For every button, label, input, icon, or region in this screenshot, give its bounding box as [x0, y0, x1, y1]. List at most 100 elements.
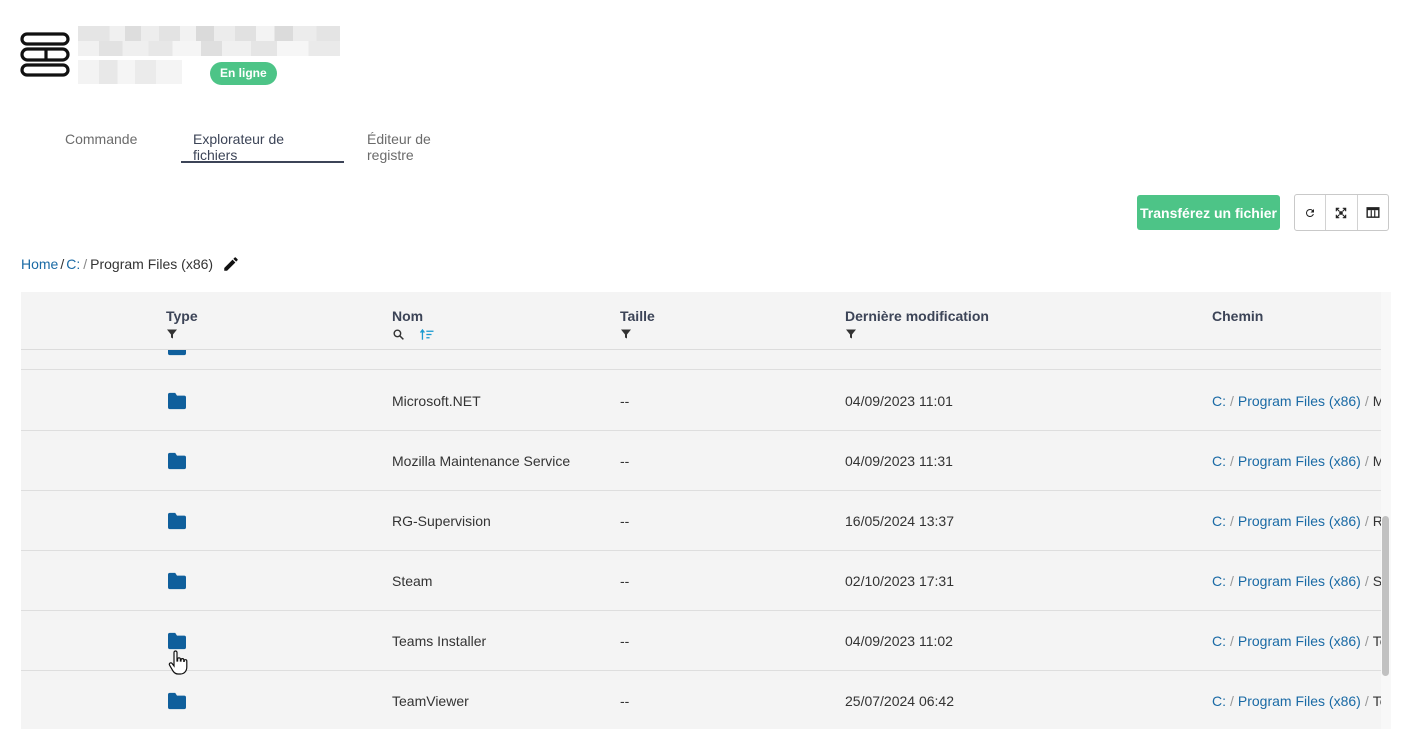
- column-label-size: Taille: [620, 308, 655, 324]
- breadcrumb-drive[interactable]: C:: [66, 256, 80, 272]
- path-tail: Mo: [1372, 453, 1381, 469]
- type-cell: [166, 491, 188, 551]
- path-tail: Te: [1372, 633, 1381, 649]
- name-cell[interactable]: TeamViewer: [392, 671, 469, 729]
- fit-screen-button[interactable]: [1326, 195, 1358, 230]
- type-cell: [166, 551, 188, 611]
- folder-icon: [168, 350, 186, 356]
- name-cell[interactable]: Teams Installer: [392, 611, 486, 671]
- table-row[interactable]: RG-Supervision -- 16/05/2024 13:37 C: / Progr…: [21, 491, 1381, 551]
- breadcrumb-separator: /: [60, 256, 65, 272]
- modified-cell: 04/09/2023 11:02: [845, 633, 953, 649]
- sort-ascending-icon[interactable]: [419, 328, 435, 341]
- column-header-path: Chemin: [1212, 308, 1263, 324]
- path-separator: /: [1364, 573, 1369, 589]
- status-badge: En ligne: [210, 62, 277, 85]
- folder-icon: [168, 452, 186, 470]
- path-separator: /: [1230, 693, 1234, 709]
- upload-file-button[interactable]: Transférez un fichier: [1137, 195, 1280, 230]
- path-separator: /: [1230, 633, 1234, 649]
- path-separator: /: [1230, 393, 1234, 409]
- breadcrumb-separator: /: [83, 256, 88, 272]
- path-drive-link[interactable]: C:: [1212, 513, 1226, 529]
- path-cell: C:/Program Files (x86)/Te: [1212, 671, 1381, 729]
- path-separator: /: [1230, 453, 1234, 469]
- column-label-name: Nom: [392, 308, 424, 324]
- path-folder-link[interactable]: Program Files (x86): [1238, 693, 1361, 709]
- table-row-partial: [21, 350, 1381, 370]
- path-cell: C:/Program Files (x86)/Mi: [1212, 371, 1381, 431]
- tab-bar: Commande Explorateur de fichiers Éditeur…: [53, 118, 484, 163]
- table-row[interactable]: Steam -- 02/10/2023 17:31 C: / Program Files …: [21, 551, 1381, 611]
- path-folder-link[interactable]: Program Files (x86): [1238, 633, 1361, 649]
- column-header-size: Taille: [620, 308, 655, 342]
- path-cell: C:/Program Files (x86)/RG: [1212, 491, 1381, 551]
- table-header: Type Nom Taille Dernière modification Ch…: [21, 292, 1381, 350]
- path-tail: Mi: [1372, 393, 1381, 409]
- folder-icon: [168, 692, 186, 710]
- hand-cursor-icon: [168, 650, 188, 675]
- type-cell: [166, 671, 188, 729]
- table-row[interactable]: Mozilla Maintenance Service -- 04/09/2023 …: [21, 431, 1381, 491]
- path-separator: /: [1230, 573, 1234, 589]
- tab-commande[interactable]: Commande: [53, 118, 181, 163]
- folder-icon: [168, 572, 186, 590]
- size-cell: --: [620, 513, 630, 529]
- table-row[interactable]: TeamViewer -- 25/07/2024 06:42 C: / Program F…: [21, 671, 1381, 729]
- column-header-modified: Dernière modification: [845, 308, 989, 342]
- path-tail: St: [1372, 573, 1381, 589]
- filter-icon[interactable]: [845, 328, 857, 340]
- modified-cell: 04/09/2023 11:01: [845, 393, 953, 409]
- path-folder-link[interactable]: Program Files (x86): [1238, 513, 1361, 529]
- name-cell[interactable]: RG-Supervision: [392, 491, 491, 551]
- search-icon[interactable]: [392, 328, 405, 341]
- path-folder-link[interactable]: Program Files (x86): [1238, 393, 1361, 409]
- path-cell: C:/Program Files (x86)/Mo: [1212, 431, 1381, 491]
- path-drive-link[interactable]: C:: [1212, 633, 1226, 649]
- modified-cell: 16/05/2024 13:37: [845, 513, 954, 529]
- size-cell: --: [620, 693, 630, 709]
- breadcrumb: Home / C: / Program Files (x86): [21, 255, 240, 273]
- size-cell: --: [620, 573, 630, 589]
- pencil-icon: [224, 257, 238, 271]
- path-drive-link[interactable]: C:: [1212, 573, 1226, 589]
- path-drive-link[interactable]: C:: [1212, 393, 1226, 409]
- path-drive-link[interactable]: C:: [1212, 693, 1226, 709]
- fit-screen-icon: [1336, 207, 1347, 218]
- breadcrumb-home[interactable]: Home: [21, 256, 58, 272]
- filter-icon[interactable]: [166, 328, 178, 340]
- refresh-button[interactable]: [1295, 195, 1327, 230]
- path-drive-link[interactable]: C:: [1212, 453, 1226, 469]
- edit-path-button[interactable]: [222, 255, 240, 273]
- file-table: Type Nom Taille Dernière modification Ch…: [21, 292, 1381, 729]
- size-cell: --: [620, 393, 630, 409]
- table-row[interactable]: Microsoft.NET -- 04/09/2023 11:01 C: / Progra…: [21, 371, 1381, 431]
- table-scrollbar[interactable]: [1381, 292, 1391, 729]
- columns-button[interactable]: [1358, 195, 1388, 230]
- path-separator: /: [1364, 633, 1369, 649]
- table-row[interactable]: Teams Installer -- 04/09/2023 11:02 C: / Prog…: [21, 611, 1381, 671]
- breadcrumb-current: Program Files (x86): [90, 256, 214, 272]
- name-cell[interactable]: Microsoft.NET: [392, 371, 481, 431]
- column-label-path: Chemin: [1212, 308, 1264, 324]
- folder-icon: [168, 392, 186, 410]
- scrollbar-thumb[interactable]: [1382, 516, 1389, 676]
- view-button-group: [1294, 194, 1389, 231]
- column-header-type: Type: [166, 308, 198, 342]
- size-cell: --: [620, 633, 630, 649]
- path-separator: /: [1364, 513, 1369, 529]
- tab-file-explorer[interactable]: Explorateur de fichiers: [181, 118, 344, 163]
- column-header-name: Nom: [392, 308, 435, 342]
- path-separator: /: [1230, 513, 1234, 529]
- filter-icon[interactable]: [620, 328, 632, 340]
- path-separator: /: [1364, 693, 1369, 709]
- device-name-redacted: [78, 26, 340, 56]
- path-tail: Te: [1372, 693, 1381, 709]
- modified-cell: 25/07/2024 06:42: [845, 693, 954, 709]
- name-cell[interactable]: Steam: [392, 551, 432, 611]
- app-logo-icon: [20, 32, 70, 77]
- name-cell[interactable]: Mozilla Maintenance Service: [392, 431, 570, 491]
- tab-registry-editor[interactable]: Éditeur de registre: [344, 118, 484, 163]
- path-folder-link[interactable]: Program Files (x86): [1238, 453, 1361, 469]
- path-folder-link[interactable]: Program Files (x86): [1238, 573, 1361, 589]
